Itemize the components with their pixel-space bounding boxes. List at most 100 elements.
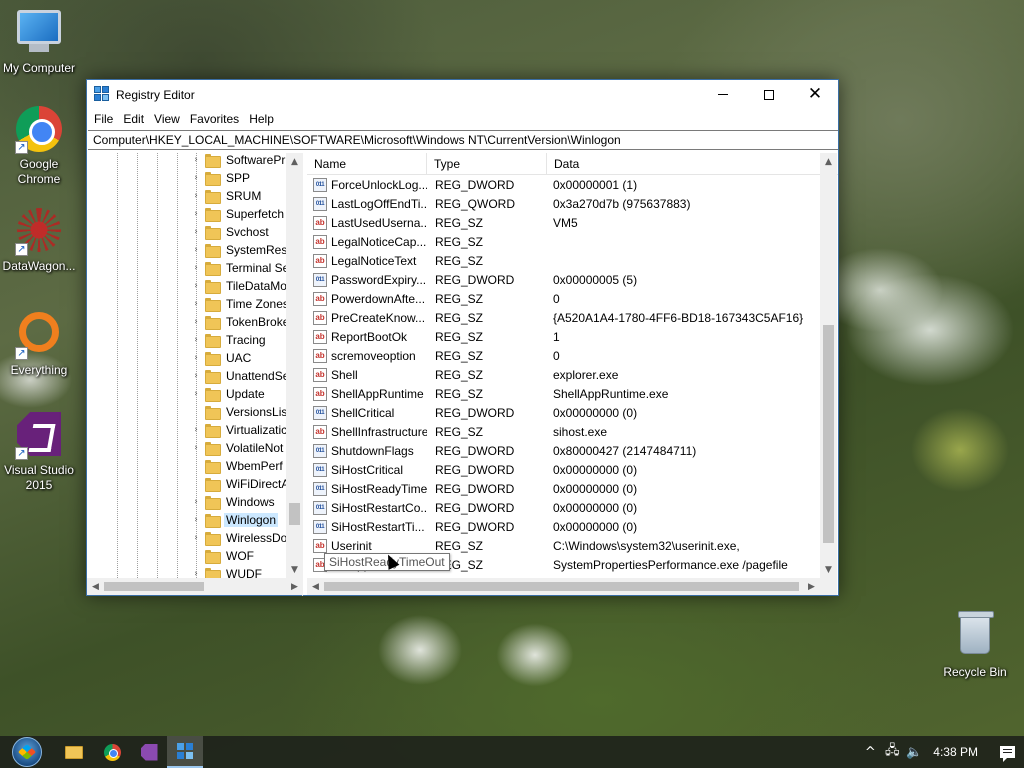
value-row[interactable]: ab ShellAppRuntime REG_SZ ShellAppRuntime.e… bbox=[307, 384, 820, 403]
value-row[interactable]: ab LegalNoticeCap... REG_SZ bbox=[307, 232, 820, 251]
menu-file[interactable]: File bbox=[89, 112, 118, 126]
expand-chevron-icon[interactable]: › bbox=[191, 173, 201, 183]
taskbar-visual-studio[interactable] bbox=[131, 736, 167, 768]
expand-chevron-icon[interactable]: › bbox=[191, 335, 201, 345]
title-bar[interactable]: Registry Editor ✕ bbox=[87, 80, 838, 109]
tree-item[interactable]: ›WOF bbox=[191, 547, 256, 565]
desktop-icon-visual-studio[interactable]: ↗ Visual Studio 2015 bbox=[0, 412, 78, 493]
scroll-left-arrow-icon[interactable]: ◀ bbox=[87, 578, 104, 595]
scrollbar-thumb[interactable] bbox=[324, 582, 799, 591]
value-row[interactable]: ab ReportBootOk REG_SZ 1 bbox=[307, 327, 820, 346]
expand-chevron-icon[interactable]: › bbox=[191, 227, 201, 237]
tree-item[interactable]: › SPP bbox=[191, 169, 252, 187]
scroll-right-arrow-icon[interactable]: ▶ bbox=[803, 578, 820, 595]
column-header-data[interactable]: Data bbox=[547, 153, 820, 174]
tree-item[interactable]: › WUDF bbox=[191, 565, 264, 578]
tree-item[interactable]: › Virtualizatic bbox=[191, 421, 286, 439]
menu-view[interactable]: View bbox=[149, 112, 185, 126]
network-icon[interactable]: 🖧 bbox=[881, 736, 903, 768]
tree-item[interactable]: › UnattendSe bbox=[191, 367, 286, 385]
tree-item[interactable]: › WirelessDo bbox=[191, 529, 286, 547]
list-vertical-scrollbar[interactable]: ▲ ▼ bbox=[820, 153, 837, 578]
value-row[interactable]: ab LegalNoticeText REG_SZ bbox=[307, 251, 820, 270]
expand-chevron-icon[interactable]: › bbox=[191, 209, 201, 219]
expand-chevron-icon[interactable]: › bbox=[191, 353, 201, 363]
taskbar-chrome[interactable] bbox=[94, 736, 130, 768]
tree-item[interactable]: › UAC bbox=[191, 349, 253, 367]
address-bar[interactable]: Computer\HKEY_LOCAL_MACHINE\SOFTWARE\Mic… bbox=[88, 130, 838, 150]
desktop-icon-my-computer[interactable]: My Computer bbox=[0, 8, 78, 76]
list-horizontal-scrollbar[interactable]: ◀ ▶ bbox=[307, 578, 837, 595]
scroll-left-arrow-icon[interactable]: ◀ bbox=[307, 578, 324, 595]
close-button[interactable]: ✕ bbox=[792, 80, 838, 109]
scroll-down-arrow-icon[interactable]: ▼ bbox=[820, 561, 837, 578]
value-row[interactable]: 011 SiHostReadyTimeOut REG_DWORD 0x00000000… bbox=[307, 479, 820, 498]
action-center-button[interactable] bbox=[990, 736, 1024, 768]
value-row[interactable]: 011 ForceUnlockLog... REG_DWORD 0x00000001 … bbox=[307, 175, 820, 194]
start-button[interactable] bbox=[6, 737, 48, 767]
tree-item[interactable]: › Winlogon bbox=[191, 511, 279, 529]
tree-item[interactable]: › Superfetch bbox=[191, 205, 286, 223]
expand-chevron-icon[interactable]: › bbox=[191, 245, 201, 255]
value-row[interactable]: ab scremoveoption REG_SZ 0 bbox=[307, 346, 820, 365]
tree-item[interactable]: › TokenBroke bbox=[191, 313, 286, 331]
tree-item[interactable]: › TileDataMo bbox=[191, 277, 286, 295]
tree-item[interactable]: › VolatileNot bbox=[191, 439, 285, 457]
taskbar-file-explorer[interactable] bbox=[56, 736, 92, 768]
value-row[interactable]: 011 ShutdownFlags REG_DWORD 0x80000427 (214… bbox=[307, 441, 820, 460]
value-row[interactable]: 011 LastLogOffEndTi... REG_QWORD 0x3a270d7b… bbox=[307, 194, 820, 213]
expand-chevron-icon[interactable]: › bbox=[191, 281, 201, 291]
value-row[interactable]: 011 SiHostRestartTi... REG_DWORD 0x00000000… bbox=[307, 517, 820, 536]
column-header-name[interactable]: Name bbox=[307, 153, 427, 174]
value-row[interactable]: 011 SiHostCritical REG_DWORD 0x00000000 (0) bbox=[307, 460, 820, 479]
scroll-right-arrow-icon[interactable]: ▶ bbox=[286, 578, 303, 595]
scrollbar-thumb[interactable] bbox=[823, 325, 834, 543]
expand-chevron-icon[interactable]: › bbox=[191, 155, 201, 165]
clock[interactable]: 4:38 PM bbox=[925, 745, 990, 759]
menu-edit[interactable]: Edit bbox=[118, 112, 149, 126]
maximize-button[interactable] bbox=[746, 80, 792, 109]
desktop-icon-everything[interactable]: ↗ Everything bbox=[0, 310, 78, 378]
tree-horizontal-scrollbar[interactable]: ◀ ▶ bbox=[87, 578, 303, 595]
expand-chevron-icon[interactable]: › bbox=[191, 299, 201, 309]
menu-help[interactable]: Help bbox=[244, 112, 279, 126]
tree-item[interactable]: › Time Zones bbox=[191, 295, 286, 313]
desktop-icon-google-chrome[interactable]: ↗ Google Chrome bbox=[0, 106, 78, 187]
tree-item[interactable]: › Update bbox=[191, 385, 267, 403]
value-row[interactable]: ab Shell REG_SZ explorer.exe bbox=[307, 365, 820, 384]
scroll-up-arrow-icon[interactable]: ▲ bbox=[820, 153, 837, 170]
tree-item[interactable]: › SystemRest bbox=[191, 241, 286, 259]
show-hidden-icons-chevron-icon[interactable]: ^ bbox=[859, 736, 881, 768]
tree-item[interactable]: › Terminal Se bbox=[191, 259, 286, 277]
value-row[interactable]: 011 SiHostRestartCo... REG_DWORD 0x00000000… bbox=[307, 498, 820, 517]
value-row[interactable]: ab PowerdownAfte... REG_SZ 0 bbox=[307, 289, 820, 308]
value-row[interactable]: ab PreCreateKnow... REG_SZ {A520A1A4-1780-4… bbox=[307, 308, 820, 327]
tree-item[interactable]: ›WiFiDirectA bbox=[191, 475, 286, 493]
expand-chevron-icon[interactable]: › bbox=[191, 317, 201, 327]
scroll-down-arrow-icon[interactable]: ▼ bbox=[286, 561, 303, 578]
menu-favorites[interactable]: Favorites bbox=[185, 112, 244, 126]
tree-item[interactable]: › Windows bbox=[191, 493, 277, 511]
volume-icon[interactable]: 🔈 bbox=[903, 736, 925, 768]
tree-item[interactable]: ›VersionsList bbox=[191, 403, 286, 421]
desktop-icon-recycle-bin[interactable]: Recycle Bin bbox=[936, 611, 1014, 680]
value-row[interactable]: ab ShellInfrastructure REG_SZ sihost.exe bbox=[307, 422, 820, 441]
value-row[interactable]: 011 ShellCritical REG_DWORD 0x00000000 (0) bbox=[307, 403, 820, 422]
expand-chevron-icon[interactable]: › bbox=[191, 569, 201, 578]
expand-chevron-icon[interactable]: › bbox=[191, 371, 201, 381]
expand-chevron-icon[interactable]: › bbox=[191, 191, 201, 201]
tree-item[interactable]: › Svchost bbox=[191, 223, 271, 241]
scrollbar-thumb[interactable] bbox=[289, 503, 300, 525]
expand-chevron-icon[interactable]: › bbox=[191, 533, 201, 543]
expand-chevron-icon[interactable]: › bbox=[191, 263, 201, 273]
expand-chevron-icon[interactable]: › bbox=[191, 515, 201, 525]
expand-chevron-icon[interactable]: › bbox=[191, 443, 201, 453]
minimize-button[interactable] bbox=[700, 80, 746, 109]
scroll-up-arrow-icon[interactable]: ▲ bbox=[286, 153, 303, 170]
expand-chevron-icon[interactable]: › bbox=[191, 497, 201, 507]
column-header-type[interactable]: Type bbox=[427, 153, 547, 174]
tree-item[interactable]: ›WbemPerf bbox=[191, 457, 285, 475]
tree-item[interactable]: › SoftwarePr bbox=[191, 153, 286, 169]
expand-chevron-icon[interactable]: › bbox=[191, 389, 201, 399]
taskbar-registry-editor[interactable] bbox=[167, 736, 203, 768]
